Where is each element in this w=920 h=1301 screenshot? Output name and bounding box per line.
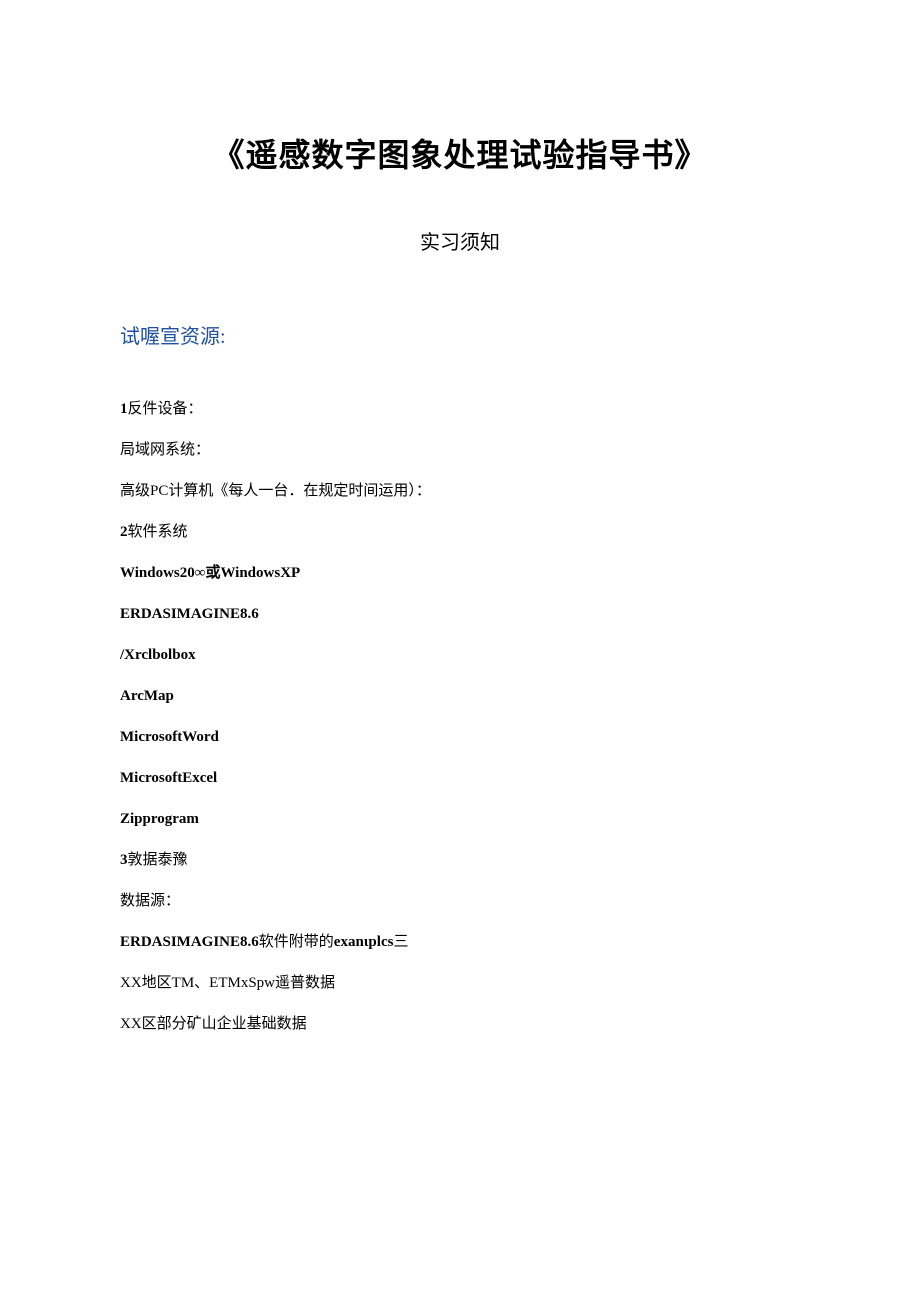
content-line: /Xrclbolbox <box>120 645 800 666</box>
document-title: 《遥感数字图象处理试验指导书》 <box>120 130 800 176</box>
content-line: ERDASIMAGINE8.6 <box>120 604 800 625</box>
content-line: 局域网系统： <box>120 440 800 461</box>
document-subtitle: 实习须知 <box>120 226 800 255</box>
content-line: XX地区TM、ETMxSpw遥普数据 <box>120 973 800 994</box>
content-line: 数据源： <box>120 891 800 912</box>
content-line: Windows20∞或WindowsXP <box>120 563 800 584</box>
content-line: Zipprogram <box>120 809 800 830</box>
content-line: 3敦据泰豫 <box>120 850 800 871</box>
content-line: ArcMap <box>120 686 800 707</box>
content-line: MicrosoftWord <box>120 727 800 748</box>
content-line: 高级PC计算机《每人一台．在规定时间运用）： <box>120 481 800 502</box>
section-header: 试喔宣资源: <box>120 320 800 349</box>
content-line: 2软件系统 <box>120 522 800 543</box>
content-line: MicrosoftExcel <box>120 768 800 789</box>
content-line: 1反件设备： <box>120 399 800 420</box>
content-line: ERDASIMAGINE8.6软件附带的exanιplcs三 <box>120 932 800 953</box>
content-line: XX区部分矿山企业基础数据 <box>120 1014 800 1035</box>
